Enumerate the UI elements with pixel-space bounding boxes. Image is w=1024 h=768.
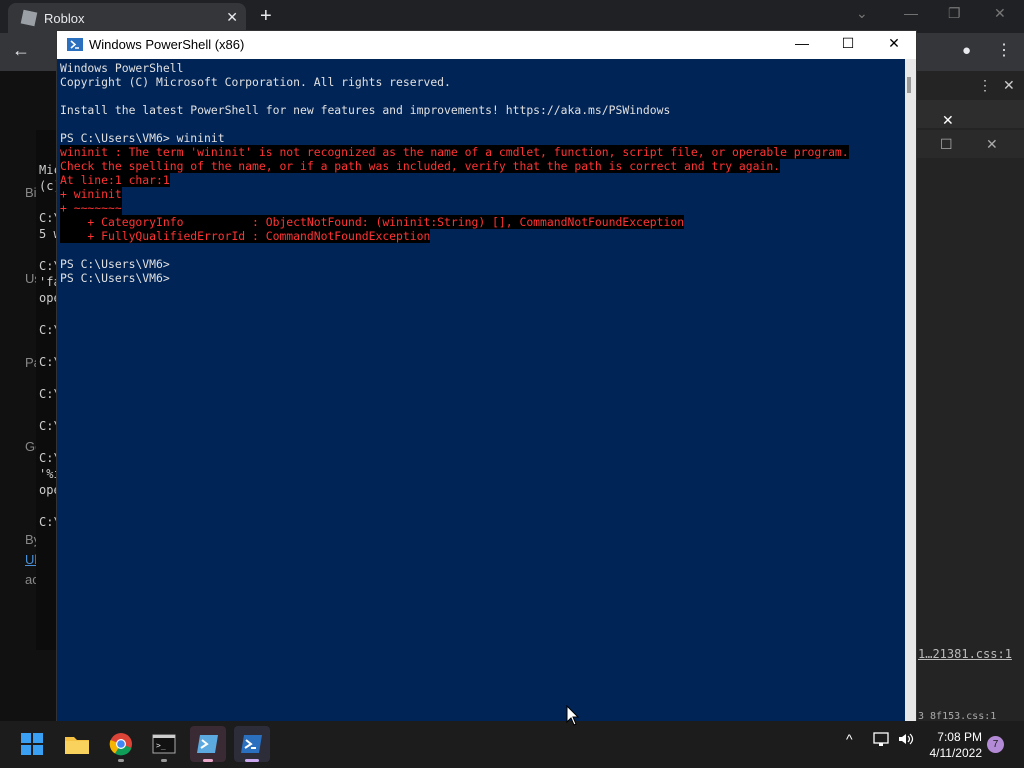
console-line: Windows PowerShell — [60, 61, 902, 75]
devtools-close-icon[interactable]: ✕ — [1003, 77, 1015, 94]
devtools-css-link[interactable]: 1…21381.css:1 — [918, 647, 1012, 661]
console-line-text: + CategoryInfo : ObjectNotFound: (winini… — [60, 215, 685, 229]
console-line-text: PS C:\Users\VM6> wininit — [60, 131, 225, 145]
devtools-more-icon[interactable]: ⋮ — [978, 77, 992, 94]
console-error-line: + wininit — [60, 187, 902, 201]
console-line: Copyright (C) Microsoft Corporation. All… — [60, 75, 902, 89]
close-tab-icon[interactable]: ✕ — [226, 9, 238, 26]
running-indicator — [118, 759, 124, 762]
console-error-line: + CategoryInfo : ObjectNotFound: (winini… — [60, 215, 902, 229]
profile-icon[interactable]: ● — [962, 42, 971, 59]
tray-chevron-icon[interactable]: ^ — [846, 731, 853, 747]
close-button[interactable]: ✕ — [879, 35, 909, 52]
powershell-icon — [241, 735, 262, 753]
browser-tab-roblox[interactable]: Roblox ✕ — [8, 3, 246, 33]
devtools-toolbar — [916, 100, 1024, 128]
console-line-text: Check the spelling of the name, or if a … — [60, 159, 781, 173]
notification-badge[interactable]: 7 — [987, 736, 1004, 753]
console-line-text: Copyright (C) Microsoft Corporation. All… — [60, 75, 451, 89]
volume-icon[interactable] — [897, 731, 915, 750]
powershell-ise-button[interactable] — [190, 726, 226, 762]
bg-label: Bi — [25, 185, 37, 200]
powershell-window[interactable]: Windows PowerShell (x86) — ☐ ✕ Windows P… — [57, 31, 916, 721]
console-error-line: wininit : The term 'wininit' is not reco… — [60, 145, 902, 159]
console-line-text: + wininit — [60, 187, 122, 201]
running-indicator — [203, 759, 213, 762]
console-line: PS C:\Users\VM6> — [60, 271, 902, 285]
console-error-line: Check the spelling of the name, or if a … — [60, 159, 902, 173]
powershell-console-output[interactable]: Windows PowerShell Copyright (C) Microsof… — [60, 61, 902, 717]
running-indicator — [245, 759, 259, 762]
close-icon[interactable]: ✕ — [942, 112, 954, 129]
back-button[interactable]: ← — [12, 40, 30, 61]
browser-restore-icon[interactable]: ❐ — [948, 5, 961, 22]
console-error-line: At line:1 char:1 — [60, 173, 902, 187]
powershell-ise-icon — [197, 735, 218, 753]
devtools-subwindow-bar: ☐ ✕ — [916, 130, 1024, 158]
console-line-text: + FullyQualifiedErrorId : CommandNotFoun… — [60, 229, 431, 243]
powershell-scroll-thumb[interactable] — [907, 77, 911, 93]
minimize-button[interactable]: — — [787, 35, 817, 51]
console-line-text: PS C:\Users\VM6> — [60, 271, 170, 285]
new-tab-button[interactable]: + — [260, 5, 272, 28]
close-icon[interactable]: ✕ — [986, 136, 998, 153]
svg-text:>_: >_ — [156, 741, 166, 750]
browser-tab-title: Roblox — [44, 11, 85, 26]
network-icon[interactable] — [872, 731, 890, 750]
more-options-icon[interactable]: ⋮ — [996, 40, 1012, 60]
browser-minimize-icon[interactable]: — — [904, 5, 918, 21]
terminal-icon: >_ — [152, 734, 176, 754]
console-line: PS C:\Users\VM6> — [60, 257, 902, 271]
chrome-icon — [109, 733, 132, 756]
cmd-button[interactable]: >_ — [146, 726, 182, 762]
console-line-text: Windows PowerShell — [60, 61, 184, 75]
powershell-icon — [67, 38, 83, 51]
start-button[interactable] — [14, 726, 50, 762]
console-line-text: wininit : The term 'wininit' is not reco… — [60, 145, 849, 159]
maximize-icon[interactable]: ☐ — [940, 136, 953, 153]
console-line-text: PS C:\Users\VM6> — [60, 257, 170, 271]
powershell-button[interactable] — [234, 726, 270, 762]
mouse-cursor-icon — [566, 705, 580, 726]
powershell-scrollbar[interactable] — [905, 59, 916, 721]
taskbar-clock[interactable]: 7:08 PM 4/11/2022 — [928, 729, 983, 761]
clock-time: 7:08 PM — [937, 730, 982, 744]
roblox-icon — [20, 9, 38, 27]
running-indicator — [161, 759, 167, 762]
console-error-line: + FullyQualifiedErrorId : CommandNotFoun… — [60, 229, 902, 243]
maximize-button[interactable]: ☐ — [833, 35, 863, 52]
powershell-titlebar[interactable]: Windows PowerShell (x86) — ☐ ✕ — [57, 31, 916, 59]
clock-date: 4/11/2022 — [929, 746, 983, 760]
windows-logo-icon — [21, 733, 43, 755]
devtools-panel — [916, 71, 1024, 721]
folder-icon — [65, 737, 89, 754]
file-explorer-button[interactable] — [59, 726, 95, 762]
powershell-title: Windows PowerShell (x86) — [89, 37, 245, 52]
console-line: PS C:\Users\VM6> wininit — [60, 131, 902, 145]
chrome-button[interactable] — [103, 726, 139, 762]
chevron-down-icon[interactable]: ⌄ — [856, 5, 868, 22]
console-line: Install the latest PowerShell for new fe… — [60, 103, 902, 117]
console-line-text: + ~~~~~~~ — [60, 201, 122, 215]
console-line-text: At line:1 char:1 — [60, 173, 170, 187]
console-error-line: + ~~~~~~~ — [60, 201, 902, 215]
browser-close-icon[interactable]: ✕ — [994, 5, 1006, 22]
console-line-text: Install the latest PowerShell for new fe… — [60, 103, 671, 117]
